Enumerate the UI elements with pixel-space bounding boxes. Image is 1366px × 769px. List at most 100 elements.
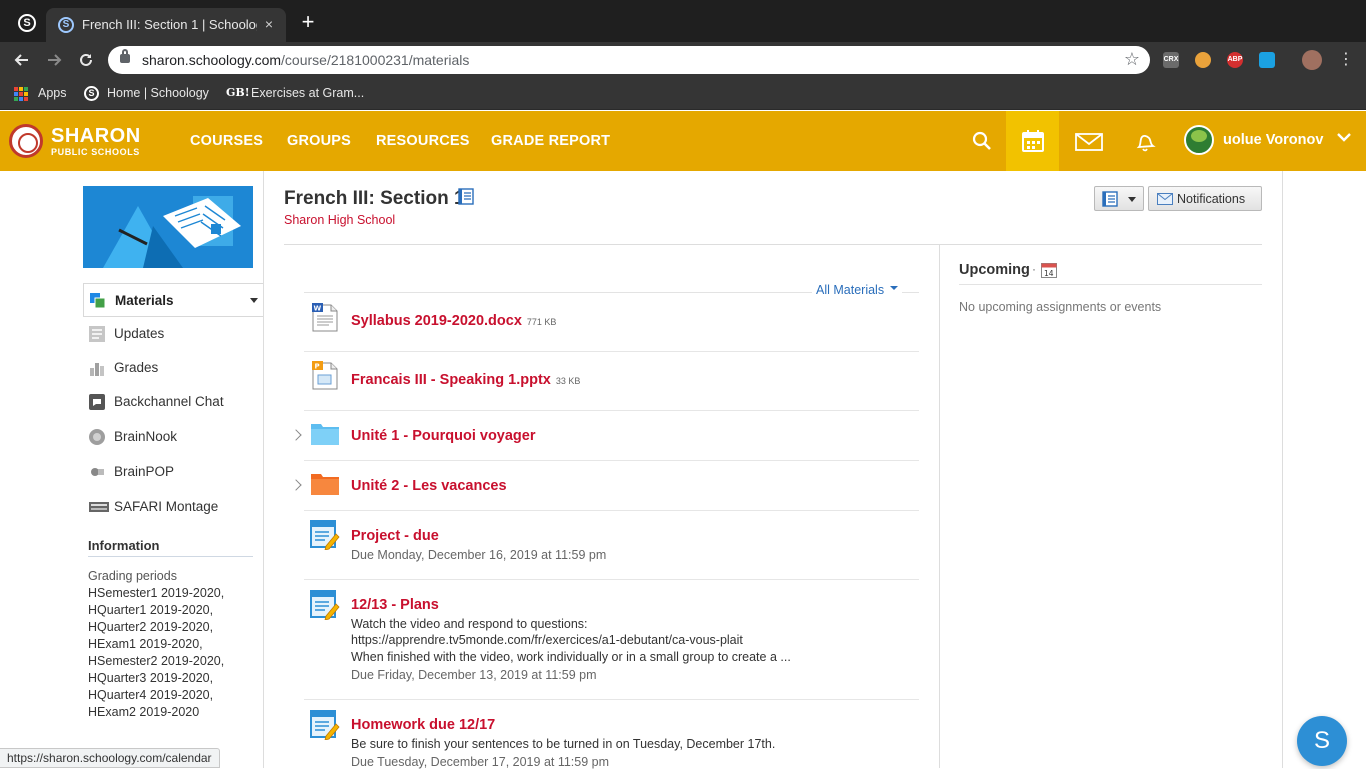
word-document-icon: W <box>312 303 338 332</box>
separator: · <box>1032 262 1036 276</box>
envelope-icon <box>1157 193 1173 205</box>
grading-period: HQuarter1 2019-2020, <box>88 603 214 617</box>
page-title: French III: Section 1 <box>284 188 465 209</box>
assignment-icon <box>310 710 340 740</box>
tab-close-icon[interactable]: × <box>260 15 278 33</box>
user-avatar[interactable] <box>1184 125 1214 155</box>
upcoming-empty-message: No upcoming assignments or events <box>959 300 1162 314</box>
material-description: https://apprendre.tv5monde.com/fr/exerci… <box>351 633 743 647</box>
information-heading: Information <box>88 538 160 553</box>
material-link[interactable]: Francais III - Speaking 1.pptx 33 KB <box>351 372 580 388</box>
crx-extension-icon[interactable]: CRX <box>1163 52 1179 68</box>
notifications-button[interactable]: Notifications <box>1148 186 1262 211</box>
expand-chevron-icon[interactable] <box>290 479 302 491</box>
material-link[interactable]: Syllabus 2019-2020.docx 771 KB <box>351 313 556 329</box>
due-date: Due Monday, December 16, 2019 at 11:59 p… <box>351 548 607 562</box>
calendar-icon[interactable]: 14 <box>1041 262 1057 278</box>
sidebar-item-label: Backchannel Chat <box>114 394 224 409</box>
divider <box>304 510 919 511</box>
svg-text:P: P <box>315 363 320 371</box>
brand-name[interactable]: SHARON <box>51 125 141 148</box>
bookmarks-bar: Apps Home | Schoology Exercises at Gram.… <box>0 78 1366 110</box>
back-arrow-icon[interactable] <box>12 50 32 70</box>
owl-extension-icon[interactable] <box>1195 52 1211 68</box>
notifications-label: Notifications <box>1177 192 1246 206</box>
nav-groups[interactable]: GROUPS <box>287 133 351 149</box>
divider <box>88 556 253 557</box>
nav-courses[interactable]: COURSES <box>190 133 263 149</box>
material-link[interactable]: Unité 2 - Les vacances <box>351 478 507 494</box>
url-text: sharon.schoology.com/course/2181000231/m… <box>142 52 470 68</box>
material-description: Be sure to finish your sentences to be t… <box>351 737 776 751</box>
chevron-down-icon[interactable] <box>1336 129 1352 145</box>
address-bar[interactable]: sharon.schoology.com/course/2181000231/m… <box>108 46 1150 74</box>
new-tab-button[interactable]: + <box>298 11 318 33</box>
sidebar-item-label: Grades <box>114 360 159 375</box>
brainpop-icon <box>91 468 104 476</box>
material-link[interactable]: Unité 1 - Pourquoi voyager <box>351 428 536 444</box>
user-name[interactable]: uolue Voronov <box>1223 132 1323 148</box>
bookmark-apps[interactable]: Apps <box>38 86 67 100</box>
chevron-down-icon[interactable] <box>250 298 258 303</box>
due-date: Due Friday, December 13, 2019 at 11:59 p… <box>351 668 597 682</box>
grading-period: HQuarter2 2019-2020, <box>88 620 214 634</box>
chrome-menu-icon[interactable]: ⋮ <box>1336 50 1356 70</box>
sidebar-item-updates[interactable]: Updates <box>83 317 263 351</box>
brainnook-icon <box>89 429 105 445</box>
school-link[interactable]: Sharon High School <box>284 213 395 227</box>
sidebar-item-brainnook[interactable]: BrainNook <box>83 420 263 454</box>
tab-title: French III: Section 1 | Schoology <box>82 17 257 32</box>
forward-arrow-icon[interactable] <box>44 50 64 70</box>
grading-periods-label: Grading periods <box>88 569 177 583</box>
course-book-icon[interactable] <box>458 188 474 205</box>
sidebar-item-brainpop[interactable]: BrainPOP <box>83 455 263 489</box>
materials-icon <box>90 293 106 309</box>
mail-icon[interactable] <box>1075 133 1103 156</box>
sidebar-item-safari-montage[interactable]: SAFARI Montage <box>83 490 263 524</box>
folder-orange-icon <box>311 474 339 495</box>
search-icon[interactable] <box>972 131 992 156</box>
reload-icon[interactable] <box>76 50 96 70</box>
material-link[interactable]: Homework due 12/17 <box>351 717 495 733</box>
book-icon <box>1102 191 1118 207</box>
nav-grade-report[interactable]: GRADE REPORT <box>491 133 610 149</box>
course-options-button[interactable] <box>1094 186 1144 211</box>
divider <box>263 171 264 768</box>
schoology-bookmark-icon: S <box>84 86 99 101</box>
grading-period: HQuarter3 2019-2020, <box>88 671 214 685</box>
apps-grid-icon[interactable] <box>14 87 28 101</box>
divider <box>959 284 1262 285</box>
brand-subtitle: PUBLIC SCHOOLS <box>51 147 140 157</box>
divider <box>304 410 919 411</box>
grading-period: HExam2 2019-2020 <box>88 705 200 719</box>
schoology-app-icon[interactable]: S <box>18 14 36 32</box>
all-materials-filter[interactable]: All Materials <box>812 283 903 297</box>
check-extension-icon[interactable] <box>1259 52 1275 68</box>
expand-chevron-icon[interactable] <box>290 429 302 441</box>
notification-bell-icon[interactable] <box>1134 131 1156 158</box>
grades-icon <box>90 363 104 376</box>
divider <box>304 579 919 580</box>
sidebar-item-materials[interactable]: Materials <box>83 283 263 317</box>
bookmark-home-schoology[interactable]: Home | Schoology <box>107 86 209 100</box>
divider <box>1282 171 1283 768</box>
district-seal-logo[interactable] <box>9 124 43 158</box>
material-link[interactable]: Project - due <box>351 528 439 544</box>
sidebar-item-grades[interactable]: Grades <box>83 351 263 385</box>
powerpoint-document-icon: P <box>312 361 338 390</box>
bookmark-exercises[interactable]: Exercises at Gram... <box>251 86 364 100</box>
nav-resources[interactable]: RESOURCES <box>376 133 470 149</box>
browser-tab-active[interactable]: S French III: Section 1 | Schoology × <box>46 8 286 42</box>
sidebar-item-backchannel-chat[interactable]: Backchannel Chat <box>83 385 263 419</box>
adblock-extension-icon[interactable]: ABP <box>1227 52 1243 68</box>
divider <box>284 244 1262 245</box>
calendar-tab[interactable] <box>1006 111 1059 171</box>
profile-avatar-icon[interactable] <box>1302 50 1322 70</box>
material-link[interactable]: 12/13 - Plans <box>351 597 439 613</box>
site-header: SHARON PUBLIC SCHOOLS COURSES GROUPS RES… <box>0 111 1366 171</box>
bookmark-star-icon[interactable]: ☆ <box>1124 49 1140 70</box>
svg-text:W: W <box>314 305 322 313</box>
divider <box>304 460 919 461</box>
schoology-help-button[interactable]: S <box>1297 716 1347 766</box>
sidebar-item-label: BrainNook <box>114 429 178 444</box>
